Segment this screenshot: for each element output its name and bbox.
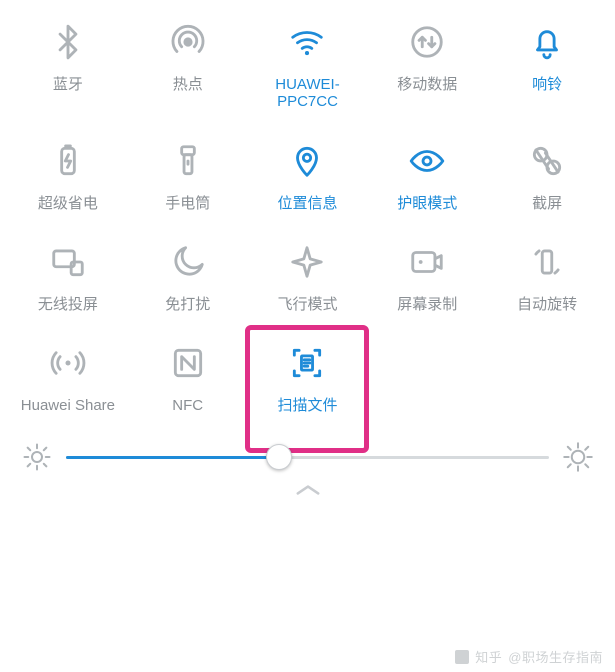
brightness-row <box>0 424 615 472</box>
tile-label: 截屏 <box>532 195 562 212</box>
tile-label: 免打扰 <box>165 296 210 313</box>
tile-label: 屏幕录制 <box>397 296 457 313</box>
tile-label: 手电筒 <box>165 195 210 212</box>
tile-label: NFC <box>172 397 203 414</box>
watermark-site: 知乎 <box>475 647 502 666</box>
flashlight-icon <box>166 139 210 183</box>
bluetooth-icon <box>46 20 90 64</box>
tile-scandoc[interactable]: 扫描文件 <box>248 341 368 414</box>
tile-ring[interactable]: 响铃 <box>487 20 607 111</box>
tile-label: 无线投屏 <box>38 296 98 313</box>
tile-label: 热点 <box>173 76 203 93</box>
wifi-icon <box>285 20 329 64</box>
tile-label: 响铃 <box>532 76 562 93</box>
ring-icon <box>525 20 569 64</box>
tile-label: Huawei Share <box>21 397 115 414</box>
tile-label: HUAWEI- PPC7CC <box>275 76 339 111</box>
tile-dnd[interactable]: 免打扰 <box>128 240 248 313</box>
brightness-track-fill <box>66 456 279 459</box>
powersave-icon <box>46 139 90 183</box>
tile-bluetooth[interactable]: 蓝牙 <box>8 20 128 111</box>
tile-label: 移动数据 <box>397 76 457 93</box>
tile-screenrec[interactable]: 屏幕录制 <box>367 240 487 313</box>
tile-label: 自动旋转 <box>517 296 577 313</box>
screenrec-icon <box>405 240 449 284</box>
tile-powersave[interactable]: 超级省电 <box>8 139 128 212</box>
tile-mobiledata[interactable]: 移动数据 <box>367 20 487 111</box>
tile-hotspot[interactable]: 热点 <box>128 20 248 111</box>
nfc-icon <box>166 341 210 385</box>
tile-label: 飞行模式 <box>277 296 337 313</box>
quick-settings-grid: 蓝牙 热点 HUAWEI- PPC7CC 移动数据 响铃超级省电 手电筒 位置信息 护眼模式 截… <box>0 0 615 424</box>
mobiledata-icon <box>405 20 449 64</box>
cast-icon <box>46 240 90 284</box>
tile-eyecare[interactable]: 护眼模式 <box>367 139 487 212</box>
tile-cast[interactable]: 无线投屏 <box>8 240 128 313</box>
brightness-thumb[interactable] <box>266 444 292 470</box>
zhihu-logo-icon <box>455 650 469 664</box>
autorotate-icon <box>525 240 569 284</box>
airplane-icon <box>285 240 329 284</box>
huaweishare-icon <box>46 341 90 385</box>
tile-flashlight[interactable]: 手电筒 <box>128 139 248 212</box>
tile-autorotate[interactable]: 自动旋转 <box>487 240 607 313</box>
tile-nfc[interactable]: NFC <box>128 341 248 414</box>
collapse-handle[interactable] <box>0 472 615 505</box>
tile-label: 超级省电 <box>38 195 98 212</box>
watermark: 知乎 @职场生存指南 <box>455 647 603 666</box>
brightness-slider[interactable] <box>66 444 549 470</box>
tile-label: 扫描文件 <box>277 397 337 414</box>
tile-location[interactable]: 位置信息 <box>248 139 368 212</box>
brightness-high-icon <box>563 442 593 472</box>
watermark-author: @职场生存指南 <box>508 647 603 666</box>
tile-huaweishare[interactable]: Huawei Share <box>8 341 128 414</box>
location-icon <box>285 139 329 183</box>
tile-label: 蓝牙 <box>53 76 83 93</box>
dnd-icon <box>166 240 210 284</box>
scandoc-icon <box>285 341 329 385</box>
screenshot-icon <box>525 139 569 183</box>
tile-screenshot[interactable]: 截屏 <box>487 139 607 212</box>
tile-label: 护眼模式 <box>397 195 457 212</box>
eyecare-icon <box>405 139 449 183</box>
tile-wifi[interactable]: HUAWEI- PPC7CC <box>248 20 368 111</box>
tile-label: 位置信息 <box>277 195 337 212</box>
tile-airplane[interactable]: 飞行模式 <box>248 240 368 313</box>
brightness-low-icon <box>22 442 52 472</box>
hotspot-icon <box>166 20 210 64</box>
